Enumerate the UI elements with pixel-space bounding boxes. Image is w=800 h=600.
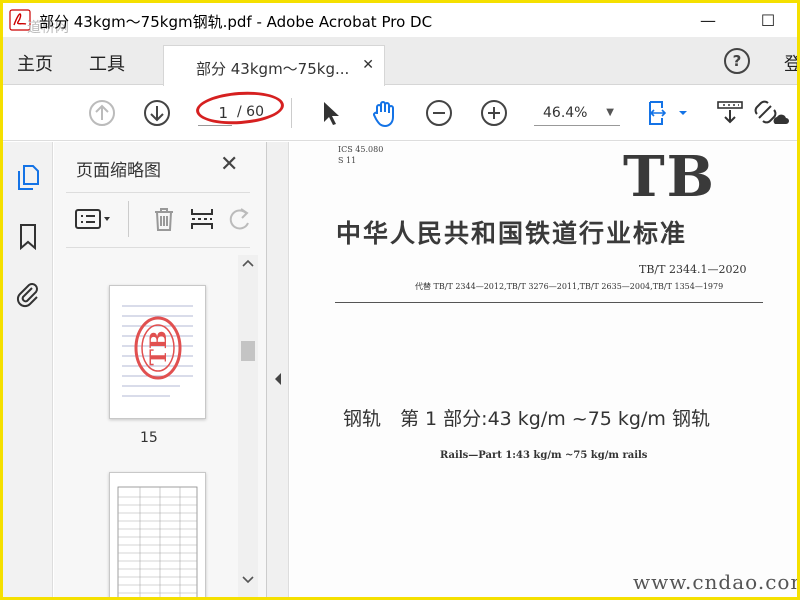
toolbar-divider [291,98,292,128]
page-thumbnail[interactable] [109,472,206,597]
document-view[interactable]: ICS 45.080 S 11 TB 中华人民共和国铁道行业标准 TB/T 23… [290,142,797,597]
panel-title: 页面缩略图 [76,161,161,181]
site-watermark: www.cndao.com [633,570,797,594]
fit-page-icon[interactable] [645,98,691,128]
title-bar: 道桥网 部分 43kgm～75kgm钢轨.pdf - Adobe Acrobat… [3,3,797,37]
thumbnails-panel: 页面缩略图 ✕ TB 15 [54,142,267,597]
thumbnail-preview: TB [122,305,193,397]
app-window: 道桥网 部分 43kgm～75kgm钢轨.pdf - Adobe Acrobat… [0,0,800,600]
left-rail [3,142,53,597]
delete-page-icon[interactable] [150,205,178,233]
previous-page-icon[interactable] [87,98,117,128]
document-cn-title: 钢轨 第 1 部分:43 kg/m ~75 kg/m 钢轨 [343,408,710,430]
tab-document[interactable]: 部分 43kgm～75kg... ✕ [163,45,385,86]
tab-bar: 主页 工具 部分 43kgm～75kg... ✕ ? 登 [3,37,797,86]
zoom-in-icon[interactable] [479,98,509,128]
standard-number: TB/T 2344.1—2020 [639,263,747,276]
red-annotation-oval [194,88,286,128]
page-thumbnail[interactable]: TB [109,285,206,419]
replaces-note: 代替 TB/T 2344—2012,TB/T 3276—2011,TB/T 26… [415,282,724,291]
chevron-down-icon: ▼ [606,107,614,118]
zoom-value: 46.4% [543,105,588,121]
ics-code: ICS 45.080 S 11 [338,144,383,166]
thumbnail-scrollbar[interactable] [238,255,258,597]
panel-toolbar [66,192,250,248]
s-code-line: S 11 [338,156,357,165]
pdf-page: ICS 45.080 S 11 TB 中华人民共和国铁道行业标准 TB/T 23… [290,142,797,597]
title-rule [335,302,763,303]
hand-tool-icon[interactable] [369,98,399,128]
minimize-button[interactable]: — [693,7,723,33]
next-page-icon[interactable] [142,98,172,128]
collapse-arrow-icon [275,373,281,385]
tab-document-label: 部分 43kgm～75kg... [196,60,350,78]
close-panel-icon[interactable]: ✕ [220,152,238,177]
toolbar: 1 / 60 46.4% ▼ [3,86,797,141]
rotate-page-icon[interactable] [226,205,254,233]
close-tab-icon[interactable]: ✕ [362,57,374,73]
ics-line: ICS 45.080 [338,145,384,154]
select-cursor-icon[interactable] [315,98,345,128]
document-en-title: Rails—Part 1:43 kg/m ~75 kg/m rails [440,450,648,461]
svg-text:TB: TB [146,331,172,366]
scroll-mode-icon[interactable] [715,98,745,128]
zoom-select[interactable]: 46.4% ▼ [534,102,620,126]
zoom-out-icon[interactable] [424,98,454,128]
extract-pages-icon[interactable] [188,205,216,233]
thumbnail-options-icon[interactable] [74,205,114,233]
tb-logo: TB [623,144,717,210]
page-thumbnails-icon[interactable] [15,164,41,192]
tab-tools[interactable]: 工具 [89,50,125,76]
thumbnail-page-number: 15 [140,430,158,446]
panel-divider [128,201,129,237]
maximize-button[interactable]: ☐ [753,7,783,33]
tab-home[interactable]: 主页 [17,50,53,76]
window-title: 部分 43kgm～75kgm钢轨.pdf - Adobe Acrobat Pro… [39,13,433,31]
help-icon[interactable]: ? [724,48,750,74]
share-link-icon[interactable] [753,98,789,128]
thumbnail-preview [117,486,198,597]
sign-in-link[interactable]: 登 [784,50,797,76]
standard-title: 中华人民共和国铁道行业标准 [336,219,688,248]
bookmark-icon[interactable] [15,222,41,250]
panel-collapse-handle[interactable] [267,142,289,597]
attachment-icon[interactable] [15,280,41,308]
